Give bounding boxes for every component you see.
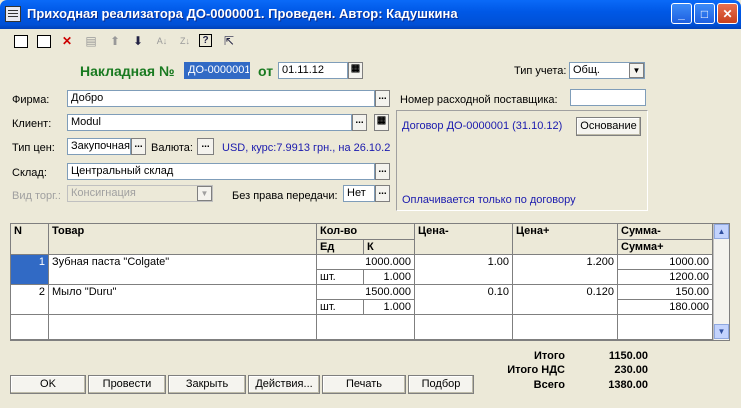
print-button[interactable]: Печать	[322, 375, 406, 394]
no-transfer-field[interactable]: Нет	[343, 185, 375, 202]
warehouse-select-button[interactable]: ...	[375, 163, 390, 180]
no-transfer-select-button[interactable]: ...	[375, 185, 390, 202]
grand-total-label: Всего	[533, 379, 565, 391]
close-button[interactable]: Закрыть	[168, 375, 246, 394]
scroll-up-icon[interactable]: ▲	[714, 224, 729, 239]
total-label: Итого	[533, 350, 565, 362]
price-type-label: Тип цен:	[12, 142, 55, 154]
price-type-field[interactable]: Закупочная	[67, 138, 131, 155]
copy-doc-icon[interactable]	[35, 32, 53, 50]
col-price-plus-header[interactable]: Цена+	[513, 224, 618, 255]
warehouse-field[interactable]: Центральный склад	[67, 163, 375, 180]
trade-type-label: Вид торг.:	[12, 190, 61, 202]
invoice-number-field[interactable]: ДО-0000001	[184, 62, 250, 79]
col-sum-plus-header[interactable]: Сумма+	[618, 240, 713, 255]
col-n-header[interactable]: N	[11, 224, 49, 255]
table-row-2-product[interactable]: Мыло "Duru"	[49, 285, 317, 315]
supplier-number-label: Номер расходной поставщика:	[400, 94, 558, 106]
group-icon[interactable]: ▤	[82, 32, 100, 50]
table-row-1-product[interactable]: Зубная паста "Colgate"	[49, 255, 317, 285]
table-row-2-sum-minus[interactable]: 150.00	[618, 285, 713, 300]
date-field[interactable]: 01.11.12	[278, 62, 348, 79]
chevron-down-icon: ▼	[197, 186, 212, 201]
col-k-header[interactable]: К	[364, 240, 415, 255]
trade-type-select: Консигнация	[67, 185, 213, 202]
col-price-minus-header[interactable]: Цена-	[415, 224, 513, 255]
table-row-1-n[interactable]: 1	[11, 255, 49, 285]
table-row-1-unit[interactable]: шт.	[317, 270, 364, 285]
scroll-down-icon[interactable]: ▼	[714, 324, 729, 339]
close-window-button[interactable]: ✕	[717, 3, 738, 24]
help-icon[interactable]: ?	[199, 34, 212, 47]
accounting-type-label: Тип учета:	[514, 65, 567, 77]
col-qty-header[interactable]: Кол-во	[317, 224, 415, 240]
select-button[interactable]: Подбор	[408, 375, 474, 394]
delete-doc-icon[interactable]: ✕	[58, 32, 76, 50]
post-button[interactable]: Провести	[88, 375, 166, 394]
invoice-label: Накладная №	[80, 63, 175, 79]
table-row-1-price-plus[interactable]: 1.200	[513, 255, 618, 285]
supplier-number-field[interactable]	[570, 89, 646, 106]
actions-button[interactable]: Действия...	[248, 375, 320, 394]
context-help-icon[interactable]: ⇱	[220, 32, 238, 50]
table-scrollbar[interactable]: ▲ ▼	[713, 224, 729, 340]
client-field[interactable]: Modul	[67, 114, 352, 131]
window-title: Приходная реализатора ДО-0000001. Провед…	[27, 6, 458, 21]
table-row-empty[interactable]	[513, 315, 618, 340]
move-up-icon[interactable]: ⬆	[106, 32, 124, 50]
payment-text: Оплачивается только по договору	[402, 194, 576, 206]
basis-button[interactable]: Основание	[576, 117, 641, 136]
table-row-empty[interactable]	[49, 315, 317, 340]
firm-field[interactable]: Добро	[67, 90, 375, 107]
table-row-1-sum-plus[interactable]: 1200.00	[618, 270, 713, 285]
calendar-icon[interactable]: ▦	[348, 62, 363, 79]
col-product-header[interactable]: Товар	[49, 224, 317, 255]
move-down-icon[interactable]: ⬇	[129, 32, 147, 50]
vat-label: Итого НДС	[507, 364, 565, 376]
table-row-1-price-minus[interactable]: 1.00	[415, 255, 513, 285]
vat-value: 230.00	[614, 364, 648, 376]
new-doc-icon[interactable]	[12, 32, 30, 50]
client-select-button[interactable]: ...	[352, 114, 367, 131]
table-row-empty[interactable]	[618, 315, 713, 340]
table-row-2-sum-plus[interactable]: 180.000	[618, 300, 713, 315]
table-row-2-qty[interactable]: 1500.000	[317, 285, 415, 300]
currency-label: Валюта:	[151, 142, 193, 154]
ok-button[interactable]: OK	[10, 375, 86, 394]
table-row-2-price-plus[interactable]: 0.120	[513, 285, 618, 315]
table-row-2-n[interactable]: 2	[11, 285, 49, 315]
table-row-1-qty[interactable]: 1000.000	[317, 255, 415, 270]
total-value: 1150.00	[608, 350, 648, 362]
grand-total-value: 1380.00	[608, 379, 648, 391]
client-card-icon[interactable]: ▦	[374, 114, 389, 131]
table-row-empty[interactable]	[11, 315, 49, 340]
app-icon	[5, 6, 21, 22]
contract-link[interactable]: Договор ДО-0000001 (31.10.12)	[402, 120, 562, 132]
firm-label: Фирма:	[12, 94, 50, 106]
sort-asc-icon[interactable]: A↓	[153, 32, 171, 50]
price-type-select-button[interactable]: ...	[131, 138, 146, 155]
table-row-2-k[interactable]: 1.000	[364, 300, 415, 315]
sort-desc-icon[interactable]: Z↓	[176, 32, 194, 50]
table-row-empty[interactable]	[317, 315, 415, 340]
products-table[interactable]: N Товар Кол-во Ед К Цена- Цена+ Сумма- С…	[10, 223, 730, 341]
table-row-2-price-minus[interactable]: 0.10	[415, 285, 513, 315]
warehouse-label: Склад:	[12, 167, 47, 179]
currency-info: USD, курс:7.9913 грн., на 26.10.2(	[222, 142, 390, 154]
minimize-button[interactable]: _	[671, 3, 692, 24]
firm-select-button[interactable]: ...	[375, 90, 390, 107]
currency-select-button[interactable]: ...	[197, 138, 214, 155]
no-transfer-label: Без права передачи:	[232, 190, 338, 202]
client-label: Клиент:	[12, 118, 52, 130]
table-row-2-unit[interactable]: шт.	[317, 300, 364, 315]
col-unit-header[interactable]: Ед	[317, 240, 364, 255]
table-row-1-sum-minus[interactable]: 1000.00	[618, 255, 713, 270]
date-label: от	[258, 63, 274, 79]
table-row-empty[interactable]	[415, 315, 513, 340]
chevron-down-icon[interactable]: ▼	[629, 63, 644, 78]
col-sum-minus-header[interactable]: Сумма-	[618, 224, 713, 240]
table-row-1-k[interactable]: 1.000	[364, 270, 415, 285]
maximize-button[interactable]: □	[694, 3, 715, 24]
